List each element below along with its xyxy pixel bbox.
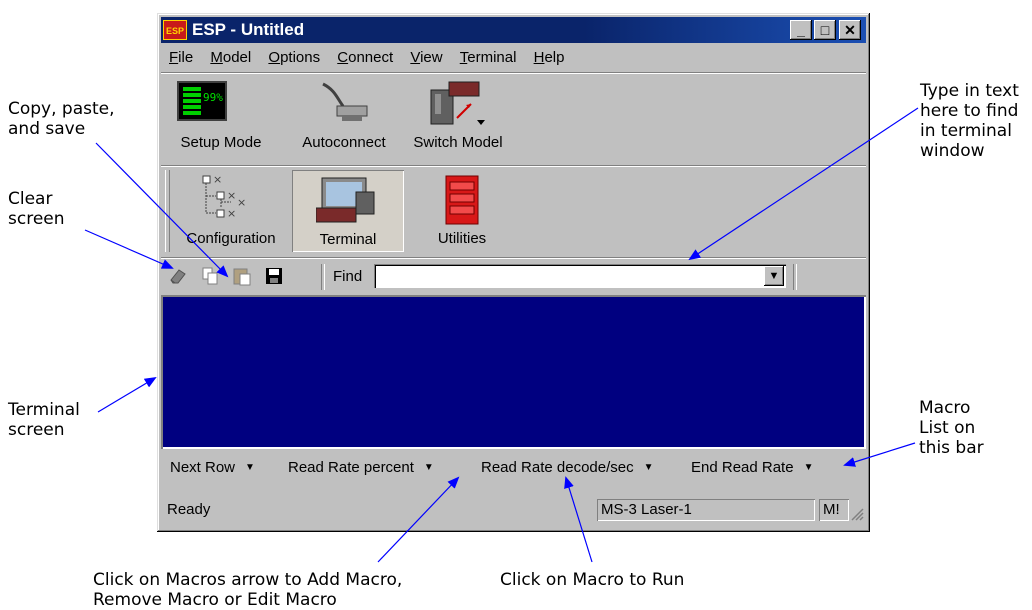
menu-model[interactable]: Model [202,46,256,66]
macro-arrow-icon[interactable]: ▼ [804,462,814,473]
macro-arrow-icon[interactable]: ▼ [644,462,654,473]
menu-file[interactable]: File [161,46,198,66]
find-label: Find [333,268,363,285]
view-toolbar-separator [161,257,866,259]
paste-icon[interactable] [231,266,253,288]
setup-mode-label: Setup Mode [180,134,262,151]
toolbox-icon [445,175,479,225]
serial-cable-icon [322,82,368,121]
callout-clear-screen: Clear screen [8,189,65,229]
find-separator [321,264,325,290]
eraser-icon[interactable] [167,266,189,288]
minimize-button[interactable]: _ [790,20,812,40]
find-input[interactable] [374,264,786,288]
terminal-screen[interactable] [161,295,866,449]
find-end-separator [793,264,797,290]
toolbar-separator [161,165,866,167]
find-toolbar: Find ▼ [161,260,866,294]
macro-arrow-icon[interactable]: ▼ [245,462,255,473]
arrow-terminal-screen [97,376,157,413]
save-icon[interactable] [263,266,285,288]
macro-next-row[interactable]: Next Row ▼ [170,459,255,476]
svg-text:×: × [227,207,236,220]
macro-read-rate-percent[interactable]: Read Rate percent ▼ [288,459,434,476]
tree-config-icon: ×××× [202,173,246,220]
switch-model-label: Switch Model [413,134,503,151]
callout-copy-paste-save: Copy, paste, and save [8,99,115,139]
callout-find-text: Type in text here to find in terminal wi… [920,81,1019,161]
status-model: MS-3 Laser-1 [597,499,815,521]
macro-end-read-rate[interactable]: End Read Rate ▼ [691,459,813,476]
callout-macros-arrow: Click on Macros arrow to Add Macro, Remo… [93,570,403,610]
switch-model-icon [430,81,485,125]
window-title: ESP - Untitled [192,20,305,39]
svg-text:×: × [237,196,246,209]
autoconnect-label: Autoconnect [302,134,386,151]
menu-separator [161,72,866,74]
svg-text:×: × [213,173,222,186]
macro-bar: Next Row ▼ Read Rate percent ▼ Read Rate d… [161,453,866,483]
menu-help[interactable]: Help [526,46,570,66]
utilities-button[interactable]: Utilities [412,170,512,254]
autoconnect-button[interactable]: Autoconnect [285,76,403,164]
switch-model-button[interactable]: Switch Model [405,76,511,164]
terminal-view-button[interactable]: Terminal [292,170,404,252]
esp-window: ESP ESP - Untitled _ □ ✕ File Model Opti… [157,13,870,532]
menu-connect[interactable]: Connect [329,46,398,66]
esp-logo-icon: ESP [163,20,187,40]
status-ready: Ready [167,501,211,518]
status-bar: Ready MS-3 Laser-1 M! [161,497,866,525]
menu-bar: File Model Options Connect View Terminal… [161,46,866,70]
toolbar-grip [165,170,170,252]
terminal-view-label: Terminal [319,231,377,248]
copy-icon[interactable] [199,266,221,288]
menu-terminal[interactable]: Terminal [452,46,522,66]
utilities-label: Utilities [437,230,487,247]
find-dropdown-button[interactable]: ▼ [764,266,784,286]
configuration-button[interactable]: × × × × Configuration [175,170,287,254]
macro-arrow-icon[interactable]: ▼ [424,462,434,473]
svg-text:×: × [227,189,236,202]
status-extra: M! [819,499,849,521]
close-button[interactable]: ✕ [839,20,861,40]
setup-mode-button[interactable]: 99% Setup Mode [167,76,275,164]
callout-macro-run: Click on Macro to Run [500,570,685,590]
menu-view[interactable]: View [402,46,447,66]
resize-grip-icon[interactable] [850,507,864,521]
maximize-button[interactable]: □ [814,20,836,40]
callout-terminal-screen: Terminal screen [8,400,80,440]
setup-mode-icon: 99% [177,81,227,121]
chevron-down-icon: ▼ [768,270,780,282]
title-bar[interactable]: ESP ESP - Untitled _ □ ✕ [161,17,866,43]
callout-macro-list: Macro List on this bar [919,398,984,458]
configuration-label: Configuration [186,230,276,247]
terminal-icon [316,177,375,223]
macro-read-rate-decode[interactable]: Read Rate decode/sec ▼ [481,459,654,476]
menu-options[interactable]: Options [260,46,325,66]
